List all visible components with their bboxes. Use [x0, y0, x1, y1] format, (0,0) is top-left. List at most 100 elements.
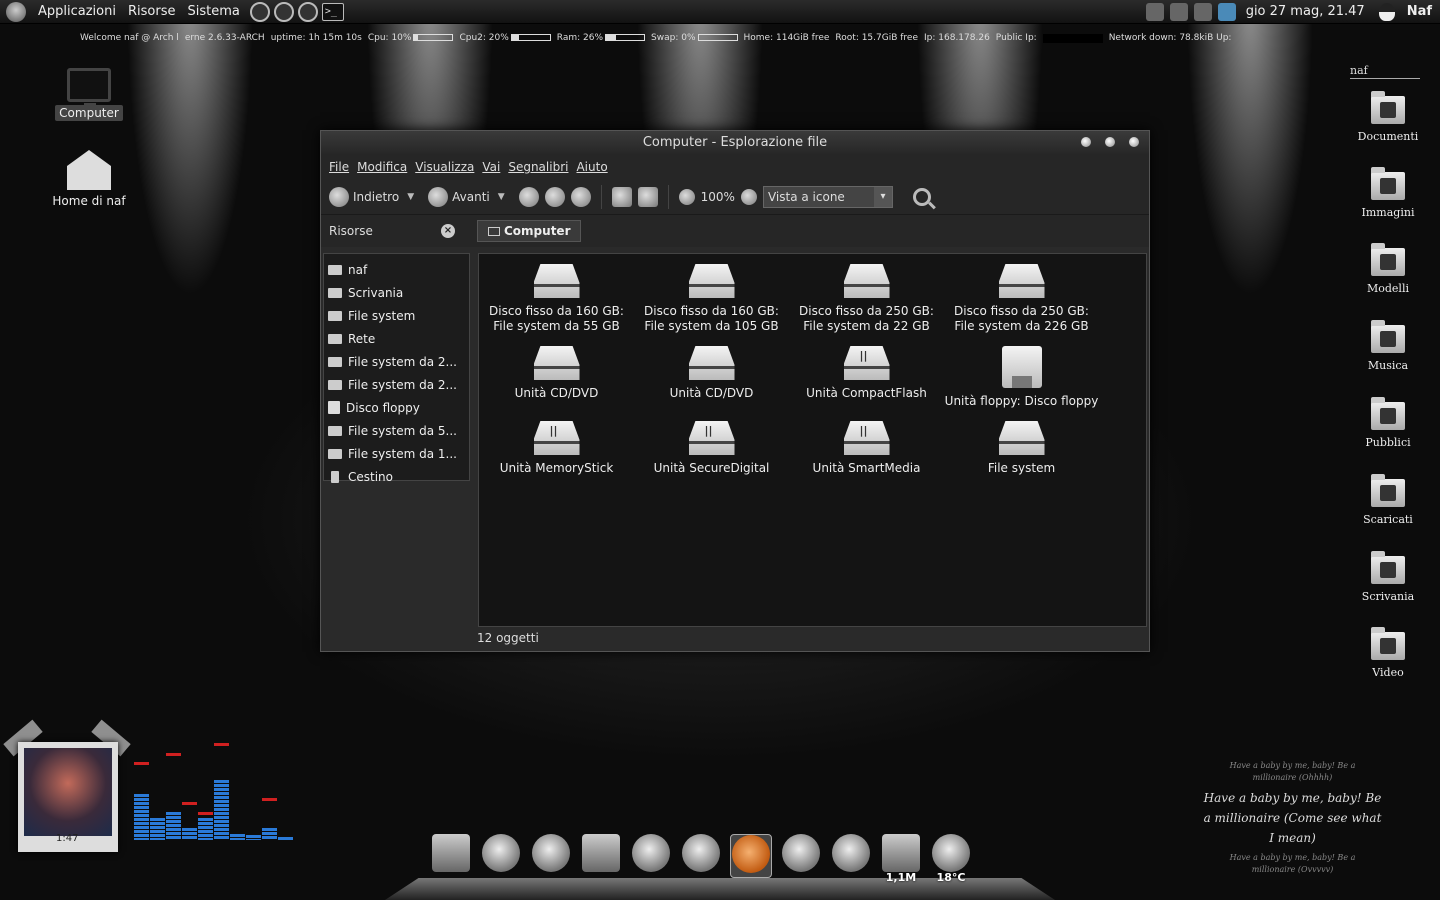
- places-sidebar: naf Scrivania File system Rete File system d…: [323, 253, 470, 484]
- menu-sistema[interactable]: Sistema: [181, 4, 245, 19]
- conky-swap: Swap: 0%: [651, 33, 738, 43]
- window-titlebar[interactable]: Computer - Esplorazione file: [321, 131, 1149, 155]
- close-button[interactable]: [1129, 137, 1139, 147]
- desktop-folder-pubblici[interactable]: Pubblici: [1348, 397, 1428, 449]
- view-mode-select[interactable]: Vista a icone: [762, 185, 893, 208]
- maximize-button[interactable]: [1105, 137, 1115, 147]
- sidebar-item[interactable]: File system da 2...: [324, 350, 469, 373]
- zoom-out-icon[interactable]: [678, 188, 695, 205]
- file-item[interactable]: Unità CD/DVD: [634, 346, 789, 409]
- menu-visualizza[interactable]: Visualizza: [411, 160, 478, 174]
- file-item[interactable]: Unità floppy: Disco floppy: [944, 346, 1099, 409]
- clock[interactable]: gio 27 mag, 21.47: [1246, 4, 1365, 19]
- sidebar-item[interactable]: File system da 2...: [324, 373, 469, 396]
- dock-nautilus[interactable]: [730, 834, 772, 878]
- dock-memory[interactable]: 1,1M: [880, 834, 922, 884]
- cpu2-bar-fill: [511, 35, 520, 40]
- sidebar-item[interactable]: Disco floppy: [324, 396, 469, 419]
- file-item[interactable]: Unità SmartMedia: [789, 421, 944, 476]
- sidebar-item[interactable]: naf: [324, 258, 469, 281]
- file-item[interactable]: Disco fisso da 160 GB: File system da 55…: [479, 264, 634, 334]
- back-button[interactable]: Indietro: [329, 186, 399, 207]
- menu-aiuto[interactable]: Aiuto: [572, 160, 611, 174]
- sidebar-item[interactable]: File system: [324, 304, 469, 327]
- sidebar-title[interactable]: Risorse ×: [321, 224, 461, 238]
- zoom-level[interactable]: 100%: [701, 190, 735, 204]
- cursor-icon[interactable]: [1169, 2, 1188, 21]
- file-item[interactable]: Unità CompactFlash: [789, 346, 944, 409]
- menu-risorse[interactable]: Risorse: [122, 4, 182, 19]
- dock: 1,1M 18°C: [430, 834, 972, 884]
- drive-icon: [328, 356, 342, 367]
- back-history-chevron-icon[interactable]: ▼: [407, 192, 414, 202]
- play-icon: [632, 834, 670, 872]
- dock-weather[interactable]: 18°C: [930, 834, 972, 884]
- album-art-widget[interactable]: 1:47: [18, 742, 118, 852]
- menu-file[interactable]: File: [325, 160, 353, 174]
- dock-power[interactable]: [830, 834, 872, 878]
- menu-segnalibri[interactable]: Segnalibri: [504, 160, 572, 174]
- desktop-computer[interactable]: Computer: [44, 68, 134, 121]
- up-button-icon[interactable]: [518, 186, 539, 207]
- zoom-in-icon[interactable]: [740, 188, 757, 205]
- close-sidebar-icon[interactable]: ×: [441, 224, 455, 238]
- desktop-folder-immagini[interactable]: Immagini: [1348, 167, 1428, 219]
- file-item[interactable]: Unità CD/DVD: [479, 346, 634, 409]
- arch-logo-icon[interactable]: [6, 1, 26, 22]
- dock-downloader[interactable]: [580, 834, 622, 878]
- firefox-launcher-icon[interactable]: [297, 1, 318, 22]
- home-button-icon[interactable]: [611, 186, 632, 207]
- computer-button-icon[interactable]: [637, 186, 658, 207]
- file-item[interactable]: Disco fisso da 160 GB: File system da 10…: [634, 264, 789, 334]
- minimize-button[interactable]: [1081, 137, 1091, 147]
- headphones-icon[interactable]: [1145, 2, 1164, 21]
- dock-firefox[interactable]: [530, 834, 572, 878]
- forward-button[interactable]: Avanti: [428, 186, 490, 207]
- chrome-launcher-icon[interactable]: [249, 1, 270, 22]
- sidebar-item[interactable]: Rete: [324, 327, 469, 350]
- forward-history-chevron-icon[interactable]: ▼: [498, 192, 505, 202]
- desktop-folder-documenti[interactable]: Documenti: [1348, 91, 1428, 143]
- terminal-launcher-icon[interactable]: >_: [321, 2, 344, 21]
- dock-player[interactable]: [630, 834, 672, 878]
- sidebar-item[interactable]: Scrivania: [324, 281, 469, 304]
- sidebar-item[interactable]: File system da 1...: [324, 442, 469, 465]
- dock-update[interactable]: [780, 834, 822, 878]
- dock-thunderbird[interactable]: [480, 834, 522, 878]
- file-item[interactable]: Disco fisso da 250 GB: File system da 22…: [944, 264, 1099, 334]
- dock-refresh[interactable]: [680, 834, 722, 878]
- file-item-label: Unità CompactFlash: [806, 386, 927, 400]
- file-item[interactable]: File system: [944, 421, 1099, 476]
- user-name[interactable]: Naf: [1407, 4, 1432, 19]
- sidebar-item[interactable]: File system da 5...: [324, 419, 469, 442]
- system-tray: gio 27 mag, 21.47 Naf: [1145, 2, 1440, 21]
- window-title: Computer - Esplorazione file: [642, 135, 828, 150]
- file-item[interactable]: Unità MemoryStick: [479, 421, 634, 476]
- sidebar-item[interactable]: Cestino: [324, 465, 469, 488]
- file-item[interactable]: Disco fisso da 250 GB: File system da 22…: [789, 264, 944, 334]
- menu-applicazioni[interactable]: Applicazioni: [32, 4, 122, 19]
- search-icon[interactable]: [912, 187, 931, 206]
- file-item[interactable]: Unità SecureDigital: [634, 421, 789, 476]
- redacted-box: [1042, 33, 1103, 43]
- dock-terminal[interactable]: [430, 834, 472, 878]
- stop-button-icon[interactable]: [544, 186, 565, 207]
- file-item-label: Unità CD/DVD: [514, 386, 599, 400]
- menu-vai[interactable]: Vai: [478, 160, 504, 174]
- breadcrumb-computer[interactable]: Computer: [477, 220, 582, 242]
- desktop-folder-modelli[interactable]: Modelli: [1348, 243, 1428, 295]
- network-icon[interactable]: [1217, 2, 1236, 21]
- desktop-folder-scaricati[interactable]: Scaricati: [1348, 474, 1428, 526]
- reload-button-icon[interactable]: [570, 186, 591, 207]
- menu-modifica[interactable]: Modifica: [353, 160, 411, 174]
- desktop-folder-video[interactable]: Video: [1348, 627, 1428, 679]
- desktop-folder-label: Scaricati: [1363, 513, 1413, 526]
- eq-bar: [166, 812, 181, 840]
- eq-peak: [198, 812, 213, 815]
- desktop-folder-scrivania[interactable]: Scrivania: [1348, 551, 1428, 603]
- desktop-folder-musica[interactable]: Musica: [1348, 320, 1428, 372]
- desktop-home[interactable]: Home di naf: [44, 150, 134, 208]
- status-bar: 12 oggetti: [477, 631, 539, 645]
- volume-icon[interactable]: [1193, 2, 1212, 21]
- browser-launcher-icon[interactable]: [273, 1, 294, 22]
